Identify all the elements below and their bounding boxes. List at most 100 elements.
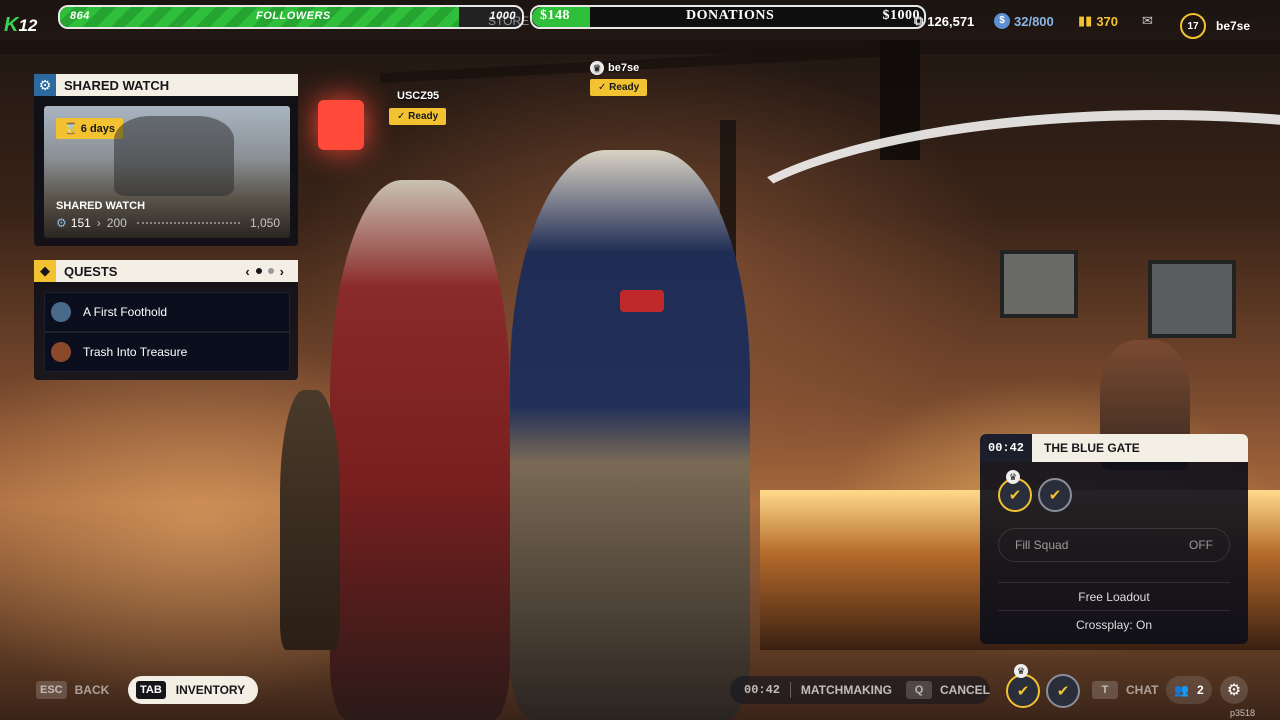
t-key: T	[1092, 681, 1118, 699]
premium-currency-icon: ▮▮	[1078, 13, 1093, 28]
inventory-label: INVENTORY	[175, 683, 246, 697]
page-dot	[267, 268, 274, 274]
matchmaking-bar: 00:42 MATCHMAKING Q CANCEL	[730, 676, 990, 704]
map-name: THE BLUE GATE	[1044, 441, 1140, 455]
quest-label: Trash Into Treasure	[83, 345, 188, 359]
match-panel: 00:42 THE BLUE GATE ✔ ♛ ✔ Fill Squad OFF…	[980, 434, 1248, 644]
ready-label: Ready	[609, 82, 640, 93]
followers-current: 864	[70, 10, 90, 22]
donations-amount: $148	[540, 8, 570, 23]
check-icon: ✓	[397, 111, 406, 122]
neon-ring-light	[700, 110, 1280, 390]
progress-total: 1,050	[249, 216, 280, 230]
crossplay-option[interactable]: Crossplay: On	[998, 610, 1230, 639]
match-timer: 00:42	[980, 434, 1033, 462]
shared-watch-header: ⚙ SHARED WATCH	[34, 74, 298, 96]
ready-badge: ✓ Ready	[389, 108, 447, 125]
crown-icon: ♛	[590, 61, 604, 75]
back-label: BACK	[74, 683, 110, 697]
card-title: SHARED WATCH	[56, 200, 146, 212]
player-profile[interactable]: 17 be7se	[1180, 13, 1250, 39]
quest-icon	[51, 302, 71, 322]
gear-icon: ⚙	[34, 74, 56, 96]
back-button[interactable]: ESC BACK	[36, 678, 109, 702]
progress-track	[136, 222, 240, 224]
crown-icon: ♛	[1014, 664, 1028, 678]
free-loadout-option[interactable]: Free Loadout	[998, 582, 1230, 611]
quest-item[interactable]: Trash Into Treasure	[44, 332, 290, 372]
credits-stat: ⧉ 126,571	[914, 13, 974, 29]
cancel-button[interactable]: Q CANCEL	[906, 681, 990, 699]
ready-label: Ready	[408, 111, 439, 122]
quests-header: ◆ QUESTS ‹ ›	[34, 260, 298, 282]
party-icon: 👥	[1174, 683, 1189, 697]
check-icon: ✓	[598, 82, 607, 93]
jacket-logo	[620, 290, 664, 312]
ceiling-beam	[0, 40, 1280, 54]
store-tab[interactable]: STORE	[488, 14, 529, 28]
player-name-tag: ♛ be7se	[590, 61, 639, 75]
page-dot-active	[255, 268, 262, 274]
chat-label: CHAT	[1126, 683, 1159, 697]
free-loadout-label: Free Loadout	[1078, 590, 1150, 604]
top-bar: K12 864 FOLLOWERS 1000 STORE $148 DONATI…	[0, 0, 1280, 40]
fill-squad-label: Fill Squad	[1015, 538, 1069, 552]
player-name: be7se	[608, 62, 640, 74]
tokens-value: 32/800	[1014, 13, 1054, 29]
esc-key: ESC	[36, 681, 67, 699]
timer-badge: ⌛ 6 days	[56, 118, 124, 139]
squad-member-badge[interactable]: ✔	[1006, 674, 1040, 708]
followers-goal-bar: 864 FOLLOWERS 1000	[58, 5, 524, 29]
squad-member-badge[interactable]: ✔	[1038, 478, 1072, 512]
chat-button[interactable]: T CHAT	[1092, 678, 1158, 702]
red-lamp	[318, 100, 364, 150]
build-id: p3518	[1230, 708, 1256, 718]
shared-watch-panel: ⚙ SHARED WATCH ⌛ 6 days SHARED WATCH ⚙ 1…	[34, 74, 298, 246]
progress-current: 151	[70, 216, 91, 230]
premium-value: 370	[1096, 13, 1119, 29]
hourglass-icon: ⌛	[64, 123, 78, 135]
ready-badge: ✓ Ready	[590, 79, 648, 96]
squad-member-badge[interactable]: ✔	[1046, 674, 1080, 708]
mech-image	[114, 116, 234, 196]
quest-item[interactable]: A First Foothold	[44, 292, 290, 332]
shared-watch-card[interactable]: ⌛ 6 days SHARED WATCH ⚙ 151 › 200 1,050	[44, 106, 290, 238]
premium-stat: ▮▮ 370	[1078, 13, 1118, 29]
fill-squad-value: OFF	[1189, 538, 1213, 552]
chevron-badge-icon: ✔	[1016, 683, 1030, 700]
quests-panel: ◆ QUESTS ‹ › A First Foothold Trash Into…	[34, 260, 298, 380]
crossplay-label: Crossplay: On	[1075, 618, 1153, 632]
quest-diamond-icon: ◆	[34, 260, 56, 282]
matchmaking-label: MATCHMAKING	[800, 683, 892, 697]
party-count: 2	[1196, 683, 1204, 697]
npc-background	[280, 390, 340, 650]
monitor-screen	[1148, 260, 1236, 338]
mail-button[interactable]: ✉	[1142, 13, 1153, 29]
chevron-right-icon[interactable]: ›	[280, 264, 284, 279]
matchmaking-timer: 00:42	[744, 683, 781, 697]
character-left	[330, 180, 510, 720]
divider	[790, 682, 791, 698]
chevron-left-icon[interactable]: ‹	[245, 264, 249, 279]
character-right	[510, 150, 750, 720]
days-remaining: 6 days	[80, 123, 116, 135]
monitor-screen	[1000, 250, 1078, 318]
chevron-badge-icon: ✔	[1008, 487, 1022, 504]
token-icon: $	[994, 13, 1010, 29]
donations-goal-bar: $148 DONATIONS $1000	[530, 5, 926, 29]
q-key: Q	[906, 681, 932, 699]
quest-icon	[51, 342, 71, 362]
watch-progress: ⚙ 151 › 200 1,050	[56, 216, 280, 230]
gear-icon: ⚙	[56, 216, 67, 230]
inventory-button[interactable]: TAB INVENTORY	[128, 676, 258, 704]
username: be7se	[1216, 19, 1251, 33]
coins-icon: ⧉	[914, 13, 924, 28]
quest-label: A First Foothold	[83, 305, 168, 319]
settings-button[interactable]: ⚙	[1220, 676, 1248, 704]
level-badge: 17	[1180, 13, 1206, 39]
party-button[interactable]: 👥 2	[1166, 676, 1212, 704]
player-name-tag: USCZ95	[397, 90, 440, 102]
cancel-label: CANCEL	[940, 683, 990, 697]
chevron-badge-icon: ✔	[1048, 487, 1062, 504]
fill-squad-toggle[interactable]: Fill Squad OFF	[998, 528, 1230, 562]
